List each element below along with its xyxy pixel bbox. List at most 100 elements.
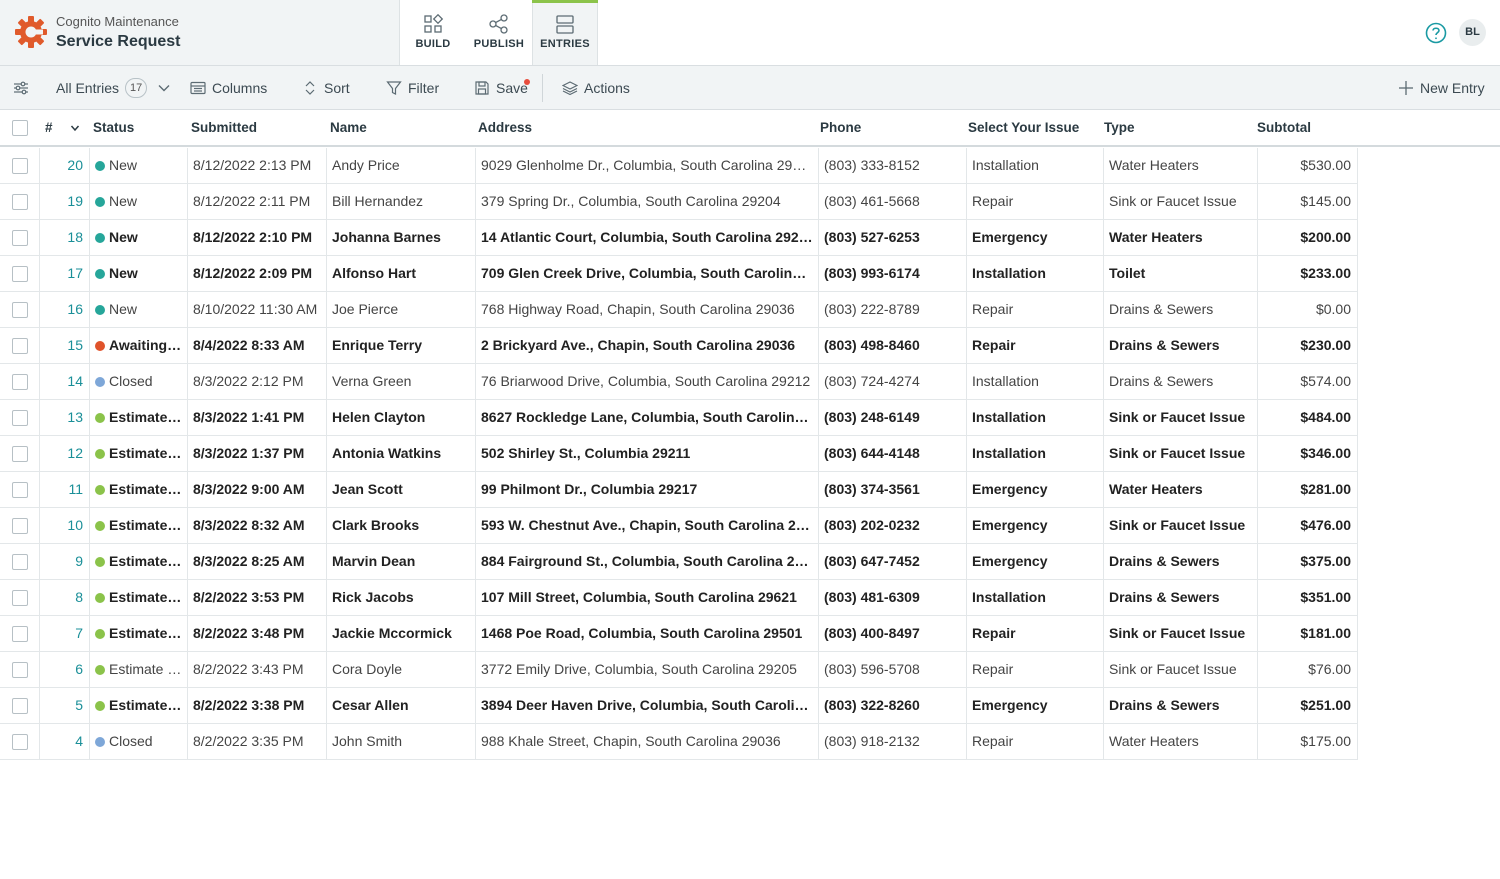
row-checkbox[interactable]	[12, 302, 28, 318]
status-text: Estimate ...	[109, 409, 183, 425]
column-header-name[interactable]: Name	[330, 110, 367, 145]
sort-button[interactable]: Sort	[304, 66, 350, 110]
column-header-submitted[interactable]: Submitted	[191, 110, 257, 145]
entry-number[interactable]: 5	[40, 688, 90, 723]
entry-number[interactable]: 14	[40, 364, 90, 399]
table-row[interactable]: 15 Awaiting ... 8/4/2022 8:33 AM Enrique Te…	[0, 328, 1358, 364]
tab-build[interactable]: BUILD	[400, 0, 466, 65]
phone-cell: (803) 461-5668	[819, 184, 967, 219]
entry-number[interactable]: 13	[40, 400, 90, 435]
entry-number[interactable]: 16	[40, 292, 90, 327]
row-checkbox[interactable]	[12, 194, 28, 210]
row-checkbox-cell	[0, 292, 40, 327]
column-header-address[interactable]: Address	[478, 110, 532, 145]
row-checkbox[interactable]	[12, 626, 28, 642]
row-checkbox[interactable]	[12, 518, 28, 534]
table-row[interactable]: 4 Closed 8/2/2022 3:35 PM John Smith 988 Kha…	[0, 724, 1358, 760]
table-row[interactable]: 11 Estimate ... 8/3/2022 9:00 AM Jean Scott…	[0, 472, 1358, 508]
row-checkbox[interactable]	[12, 590, 28, 606]
phone-cell: (803) 498-8460	[819, 328, 967, 363]
columns-button[interactable]: Columns	[190, 66, 267, 110]
entry-number[interactable]: 4	[40, 724, 90, 759]
entry-number[interactable]: 7	[40, 616, 90, 651]
name-cell: Alfonso Hart	[327, 256, 476, 291]
column-header-issue[interactable]: Select Your Issue	[968, 110, 1079, 145]
entry-number[interactable]: 9	[40, 544, 90, 579]
row-checkbox[interactable]	[12, 410, 28, 426]
row-checkbox[interactable]	[12, 266, 28, 282]
phone-cell: (803) 248-6149	[819, 400, 967, 435]
entry-number[interactable]: 11	[40, 472, 90, 507]
select-all-checkbox[interactable]	[12, 120, 28, 136]
row-checkbox[interactable]	[12, 374, 28, 390]
entry-number[interactable]: 10	[40, 508, 90, 543]
column-header-type[interactable]: Type	[1104, 110, 1135, 145]
column-header-phone[interactable]: Phone	[820, 110, 861, 145]
row-checkbox[interactable]	[12, 158, 28, 174]
save-view-button[interactable]: Save	[474, 66, 530, 110]
table-row[interactable]: 18 New 8/12/2022 2:10 PM Johanna Barnes 14 A…	[0, 220, 1358, 256]
row-checkbox[interactable]	[12, 230, 28, 246]
column-header-number[interactable]: #	[45, 110, 80, 145]
entry-number[interactable]: 12	[40, 436, 90, 471]
status-dot	[95, 521, 105, 531]
type-cell: Drains & Sewers	[1104, 328, 1258, 363]
submitted-cell: 8/2/2022 3:38 PM	[188, 688, 327, 723]
view-selector[interactable]: All Entries 17	[56, 66, 171, 110]
table-row[interactable]: 17 New 8/12/2022 2:09 PM Alfonso Hart 709 Gl…	[0, 256, 1358, 292]
row-checkbox[interactable]	[12, 338, 28, 354]
status-dot	[95, 629, 105, 639]
table-row[interactable]: 6 Estimate a... 8/2/2022 3:43 PM Cora Doyle…	[0, 652, 1358, 688]
status-text: Estimate ...	[109, 553, 183, 569]
type-cell: Toilet	[1104, 256, 1258, 291]
column-header-status[interactable]: Status	[93, 110, 134, 145]
cognito-logo-icon[interactable]	[14, 15, 48, 49]
type-cell: Sink or Faucet Issue	[1104, 400, 1258, 435]
table-row[interactable]: 7 Estimate ... 8/2/2022 3:48 PM Jackie Mcco…	[0, 616, 1358, 652]
entry-number[interactable]: 17	[40, 256, 90, 291]
issue-cell: Repair	[967, 616, 1104, 651]
entry-number[interactable]: 20	[40, 148, 90, 183]
user-avatar[interactable]: BL	[1459, 19, 1486, 46]
table-row[interactable]: 8 Estimate ... 8/2/2022 3:53 PM Rick Jacobs…	[0, 580, 1358, 616]
entry-number[interactable]: 6	[40, 652, 90, 687]
row-checkbox[interactable]	[12, 734, 28, 750]
status-text: New	[109, 229, 138, 245]
row-checkbox[interactable]	[12, 662, 28, 678]
tab-entries[interactable]: ENTRIES	[532, 0, 598, 65]
status-text: New	[109, 157, 138, 173]
help-icon[interactable]	[1425, 22, 1447, 44]
row-checkbox[interactable]	[12, 446, 28, 462]
table-row[interactable]: 13 Estimate ... 8/3/2022 1:41 PM Helen Clay…	[0, 400, 1358, 436]
table-row[interactable]: 10 Estimate ... 8/3/2022 8:32 AM Clark Broo…	[0, 508, 1358, 544]
name-cell: John Smith	[327, 724, 476, 759]
row-checkbox[interactable]	[12, 482, 28, 498]
sort-descending-icon[interactable]	[70, 123, 80, 133]
status-text: Estimate ...	[109, 697, 183, 713]
column-header-subtotal[interactable]: Subtotal	[1257, 110, 1311, 145]
table-row[interactable]: 19 New 8/12/2022 2:11 PM Bill Hernandez 379 …	[0, 184, 1358, 220]
entry-number[interactable]: 19	[40, 184, 90, 219]
row-checkbox-cell	[0, 508, 40, 543]
filter-button[interactable]: Filter	[386, 66, 439, 110]
new-entry-button[interactable]: New Entry	[1398, 66, 1485, 110]
tab-publish[interactable]: PUBLISH	[466, 0, 532, 65]
table-row[interactable]: 9 Estimate ... 8/3/2022 8:25 AM Marvin Dean…	[0, 544, 1358, 580]
entry-number[interactable]: 15	[40, 328, 90, 363]
row-checkbox[interactable]	[12, 698, 28, 714]
chevron-down-icon[interactable]	[157, 81, 171, 95]
address-cell: 3772 Emily Drive, Columbia, South Caroli…	[476, 652, 819, 687]
entry-number[interactable]: 8	[40, 580, 90, 615]
table-row[interactable]: 14 Closed 8/3/2022 2:12 PM Verna Green 76 Br…	[0, 364, 1358, 400]
phone-cell: (803) 481-6309	[819, 580, 967, 615]
table-row[interactable]: 5 Estimate ... 8/2/2022 3:38 PM Cesar Allen…	[0, 688, 1358, 724]
view-settings-button[interactable]	[12, 66, 30, 110]
actions-button[interactable]: Actions	[562, 66, 630, 110]
table-row[interactable]: 20 New 8/12/2022 2:13 PM Andy Price 9029 Gle…	[0, 148, 1358, 184]
row-checkbox-cell	[0, 688, 40, 723]
table-row[interactable]: 16 New 8/10/2022 11:30 AM Joe Pierce 768 Hig…	[0, 292, 1358, 328]
row-checkbox[interactable]	[12, 554, 28, 570]
entry-number[interactable]: 18	[40, 220, 90, 255]
address-cell: 2 Brickyard Ave., Chapin, South Carolina…	[476, 328, 819, 363]
table-row[interactable]: 12 Estimate ... 8/3/2022 1:37 PM Antonia Wa…	[0, 436, 1358, 472]
